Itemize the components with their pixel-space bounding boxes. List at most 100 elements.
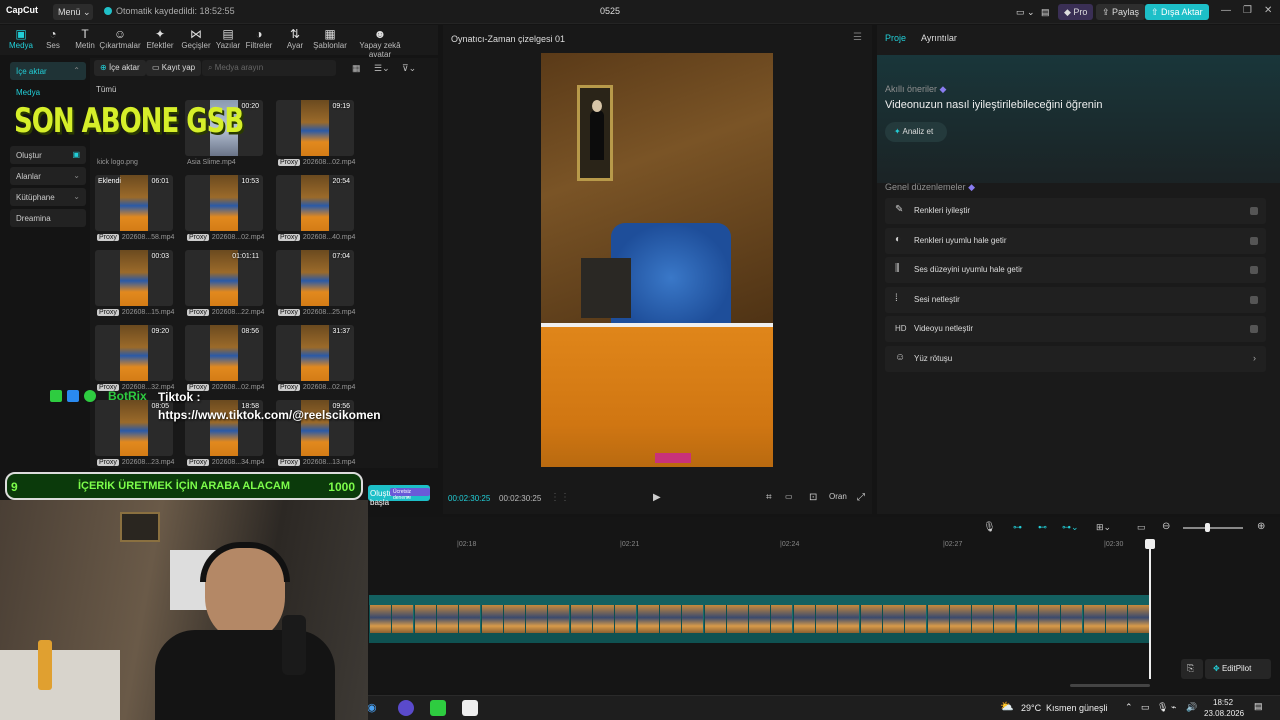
toggle-checkbox[interactable] [1250,207,1258,215]
tool-tab-icon: ☻ [373,27,387,41]
media-thumbnail[interactable]: 09:20 [95,325,173,381]
edit-option[interactable]: HD Videoyu netleştir [885,316,1266,342]
media-search-input[interactable]: ⌕ Medya arayın [202,60,336,76]
media-thumbnail[interactable]: 07:04 [276,250,354,306]
zoom-slider[interactable] [1183,523,1243,532]
toggle-checkbox[interactable] [1250,266,1258,274]
edit-option-icon: ◐ [895,233,902,245]
filter-icon[interactable]: ⊽⌄ [402,63,416,74]
tool-tabs: ▣ Medya ◔ Ses T Metin ☺ Çıkartmalar ✦ Efektler ⋈ Ge… [0,25,438,59]
fullscreen-icon[interactable]: ⤢ [857,492,865,503]
zoom-handle[interactable] [1205,523,1210,532]
split-view-icon[interactable]: ⊞⌄ [1096,522,1111,533]
media-thumbnail[interactable]: 09:19 [276,100,354,156]
edit-option[interactable]: ⫼ Ses düzeyini uyumlu hale getir [885,257,1266,283]
media-duration: 20:54 [332,178,350,185]
nav-library[interactable]: Kütüphane ⌄ [10,188,86,206]
snap-icon[interactable]: ⊷ [1038,522,1047,533]
edit-option[interactable]: ⁞ Sesi netleştir [885,286,1266,313]
track-frame [391,605,414,633]
tray-chevron-icon[interactable]: ⌃ [1125,702,1133,713]
toggle-checkbox[interactable] [1250,325,1258,333]
media-duration: 01:01:11 [232,253,259,260]
pro-button[interactable]: ◆ Pro [1058,4,1094,20]
track-frame [525,605,548,633]
app-icon-browser[interactable]: ◉ [367,701,377,714]
nav-spaces[interactable]: Alanlar ⌄ [10,167,86,185]
track-frame [1038,605,1060,633]
export-button[interactable]: ⇧ Dışa Aktar [1145,4,1209,20]
media-thumbnail[interactable]: 31:37 [276,325,354,381]
tool-tab[interactable]: ✦ Efektler [140,27,180,50]
import-button[interactable]: ⊕ İçe aktar [94,60,146,76]
media-thumbnail[interactable]: 00:03 [95,250,173,306]
waveform-icon[interactable]: ⋮⋮ [550,492,570,503]
track-frame [748,605,771,633]
record-button[interactable]: ▭ Kayıt yap [146,60,202,76]
play-icon[interactable]: ▶ [653,492,661,503]
player-title: Oynatıcı-Zaman çizelgesi 01 [451,34,566,44]
toggle-checkbox[interactable] [1250,236,1258,245]
share-button[interactable]: ⇪ Paylaş [1096,4,1146,20]
minimize-icon[interactable]: — [1221,5,1231,16]
media-thumbnail[interactable]: 06:01 Eklendi [95,175,173,231]
tool-tab[interactable]: ▦ Şablonlar [308,27,352,50]
media-filename: Proxy 202608...02.mp4 [187,234,277,241]
analyze-button[interactable]: ✦ Analiz et [885,122,947,142]
sort-icon[interactable]: ☰⌄ [374,63,390,74]
player-menu-icon[interactable]: ☰ [853,32,862,43]
link-icon[interactable]: ⊶ [1013,522,1022,533]
nav-create[interactable]: Oluştur ▣ [10,146,86,164]
shortcut-icon[interactable]: ▤ [1035,4,1056,20]
timeline-scrollbar[interactable] [1070,684,1150,687]
nav-dreamina[interactable]: Dreamina [10,209,86,227]
mic-tray-icon[interactable]: 🎙 [1157,702,1168,713]
playhead[interactable] [1145,539,1155,679]
view-icon[interactable]: ▦ [352,63,361,74]
app-logo: CapCut [6,5,38,15]
notification-icon[interactable]: ▤ [1254,701,1263,712]
tool-tab[interactable]: ☺ Çıkartmalar [98,27,142,50]
tool-tab[interactable]: ☻ Yapay zekâ avatar [348,27,412,59]
edit-option[interactable]: ☺ Yüz rötuşu › [885,345,1266,372]
maximize-icon[interactable]: ❐ [1243,5,1252,16]
app-icon-discord[interactable] [398,700,414,716]
edit-option[interactable]: ✎ Renkleri iyileştir [885,198,1266,224]
caption-icon[interactable]: ▭ [1137,522,1146,533]
zoom-in-icon[interactable]: ⊕ [1257,521,1265,532]
media-thumbnail[interactable]: 08:56 [185,325,263,381]
app-icon-capcut[interactable] [462,700,478,716]
mic-icon[interactable]: 🎙 [983,522,996,533]
playhead-knob[interactable] [1145,539,1155,549]
ratio-button[interactable]: Oran [829,492,847,501]
track-frame [926,605,949,633]
volume-icon[interactable]: 🔊 [1186,702,1197,713]
toggle-checkbox[interactable] [1250,295,1258,304]
fit-icon[interactable]: ▭ [785,492,793,501]
media-thumbnail[interactable]: 01:01:11 [185,250,263,306]
crop-icon[interactable]: ⌗ [766,492,772,503]
close-icon[interactable]: ✕ [1264,5,1272,16]
tab-details[interactable]: Ayrıntılar [921,33,957,43]
focus-icon[interactable]: ⊡ [809,492,817,503]
pilot-tool-icon[interactable]: ⎘ [1181,659,1203,679]
track-frame [904,605,927,633]
filter-all[interactable]: Tümü [96,85,116,94]
media-filename: Proxy 202608...23.mp4 [97,459,187,466]
nav-media[interactable]: Medya [10,83,86,101]
nav-import[interactable]: İçe aktar ⌃ [10,62,86,80]
zoom-out-icon[interactable]: ⊖ [1162,521,1170,532]
media-filename: Proxy 202608...34.mp4 [187,459,277,466]
media-thumbnail[interactable]: 10:53 [185,175,263,231]
usb-icon[interactable]: ⌁ [1171,702,1176,713]
menu-button[interactable]: Menü ⌄ [53,4,93,20]
edit-option[interactable]: ◐ Renkleri uyumlu hale getir [885,227,1266,254]
video-track[interactable] [369,595,1150,643]
tray-app-icon[interactable]: ▭ [1141,702,1150,713]
preview-axis-icon[interactable]: ⊶⌄ [1062,522,1079,533]
proxy-badge: Proxy [278,234,300,241]
tab-project[interactable]: Proje [885,33,906,43]
editpilot-button[interactable]: ✥ EditPilot [1205,659,1271,679]
media-thumbnail[interactable]: 20:54 [276,175,354,231]
app-icon-kick[interactable] [430,700,446,716]
